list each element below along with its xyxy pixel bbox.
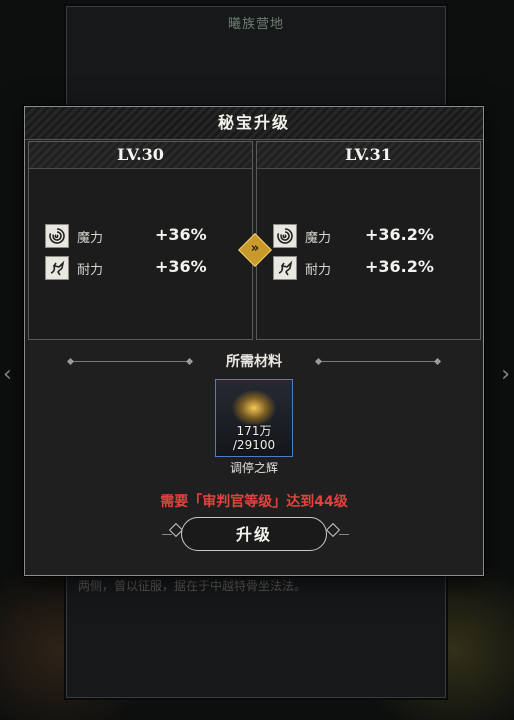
stat-value: +36.2%: [365, 257, 434, 276]
double-chevron-right-icon: »: [250, 241, 260, 256]
stat-value: +36%: [155, 257, 207, 276]
diamond-ornament-icon: [325, 522, 341, 538]
material-name: 调停之辉: [229, 461, 278, 475]
glowing-gem-icon: [232, 390, 276, 426]
stat-row-endurance: 耐力 +36%: [45, 256, 240, 282]
next-level-label: LV.31: [257, 142, 480, 169]
divider: [319, 361, 437, 362]
divider: [71, 361, 189, 362]
material-required: /29100: [232, 438, 276, 452]
stat-name: 魔力: [305, 231, 332, 246]
stat-row-magic: 魔力 +36.2%: [273, 224, 468, 250]
current-level-label: LV.30: [29, 142, 252, 169]
divider: [339, 534, 349, 535]
treasure-upgrade-dialog: 秘宝升级 LV.30 魔力 +36% 耐力 +36% LV.31 魔力 +36.…: [24, 106, 484, 576]
current-level-panel: LV.30 魔力 +36% 耐力 +36%: [28, 141, 253, 340]
background-panel-title: 曦族营地: [227, 17, 284, 32]
materials-header: 所需材料: [25, 351, 483, 371]
stat-name: 耐力: [77, 263, 104, 278]
material-slot[interactable]: 171万 /29100: [215, 379, 293, 457]
stat-value: +36.2%: [365, 225, 434, 244]
stat-value: +36%: [155, 225, 207, 244]
dialog-header: 秘宝升级: [25, 107, 483, 140]
dragon-endurance-icon: [45, 256, 69, 280]
prev-page-arrow-icon[interactable]: ‹: [3, 362, 12, 387]
dialog-title: 秘宝升级: [217, 113, 290, 132]
material-counts: 171万 /29100: [216, 424, 292, 452]
stat-row-magic: 魔力 +36%: [45, 224, 240, 250]
divider: [162, 534, 172, 535]
dragon-endurance-icon: [273, 256, 297, 280]
upgrade-button[interactable]: 升级: [181, 517, 327, 551]
requirement-warning: 需要「审判官等级」达到44级: [160, 494, 348, 510]
magic-swirl-icon: [45, 224, 69, 248]
materials-title: 所需材料: [226, 354, 282, 370]
stat-name: 耐力: [305, 263, 332, 278]
next-level-panel: LV.31 魔力 +36.2% 耐力 +36.2%: [256, 141, 481, 340]
magic-swirl-icon: [273, 224, 297, 248]
stat-name: 魔力: [77, 231, 104, 246]
background-caption: 两侧，曾以征服，据在于中越特骨坐法法。: [78, 579, 307, 593]
material-owned: 171万: [236, 424, 272, 438]
stat-row-endurance: 耐力 +36.2%: [273, 256, 468, 282]
next-page-arrow-icon[interactable]: ›: [501, 362, 510, 387]
